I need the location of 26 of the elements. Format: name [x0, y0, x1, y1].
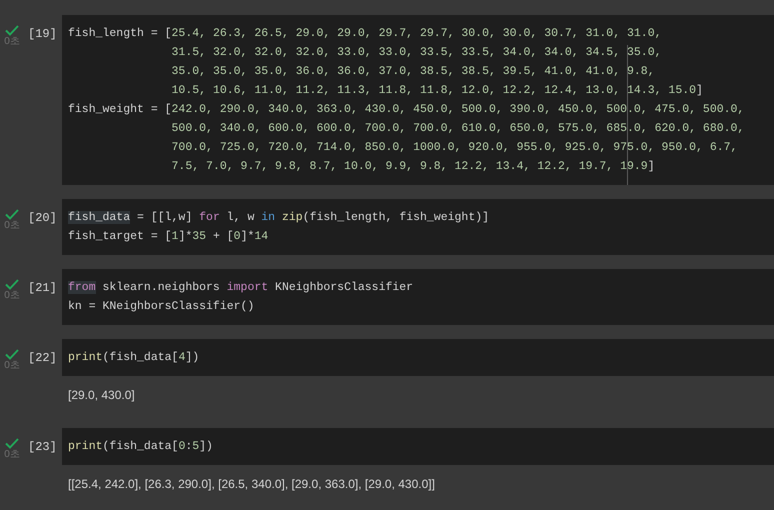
code-cell[interactable]: print(fish_data[0:5]) [62, 428, 774, 465]
code-line: fish_weight = [242.0, 290.0, 340.0, 363.0, 430.0, 450.0, 500.0, 390.0, 450.0, 500.0, 475.0, 500.0, [68, 102, 744, 118]
code-line: fish_target = [1]*35 + [0]*14 [68, 229, 268, 245]
code-cell[interactable]: from sklearn.neighbors import KNeighborsClassifier kn = KNeighborsClassifier() [62, 269, 774, 325]
code-line: print(fish_data[4]) [68, 350, 200, 366]
code-line: 500.0, 340.0, 600.0, 600.0, 700.0, 700.0, 610.0, 650.0, 575.0, 685.0, 620.0, 680.0, [170, 121, 744, 137]
code-line: from sklearn.neighbors import KNeighborsClassifier [68, 280, 414, 296]
code-line: fish_length = [25.4, 26.3, 26.5, 29.0, 29.0, 29.7, 29.7, 30.0, 30.0, 30.7, 31.0, 31.0, [68, 26, 662, 42]
code-line: 7.5, 7.0, 9.7, 9.8, 8.7, 10.0, 9.9, 9.8, 12.2, 13.4, 12.2, 19.7, 19.9] [170, 159, 655, 175]
code-line: fish_data = [[l,w] for l, w in zip(fish_length, fish_weight)] [68, 210, 490, 226]
code-line: 31.5, 32.0, 32.0, 32.0, 33.0, 33.0, 33.5, 33.5, 34.0, 34.0, 34.5, 35.0, [170, 45, 662, 61]
execution-count: [23] [27, 439, 57, 456]
code-line: 10.5, 10.6, 11.0, 11.2, 11.3, 11.8, 11.8, 12.0, 12.2, 12.4, 13.0, 14.3, 15.0] [170, 83, 703, 99]
execution-count: [19] [27, 26, 57, 43]
code-cell[interactable] [62, 15, 774, 185]
code-cell[interactable]: fish_data = [[l,w] for l, w in zip(fish_length, fish_weight)] fish_target = [1]*35 + [0]*14 [62, 199, 774, 255]
code-line: 35.0, 35.0, 35.0, 36.0, 36.0, 37.0, 38.5, 38.5, 39.5, 41.0, 41.0, 9.8, [170, 64, 655, 80]
code-line: kn = KNeighborsClassifier() [68, 299, 254, 315]
cell-output: [29.0, 430.0] [68, 387, 135, 404]
execution-count: [20] [27, 210, 57, 227]
execution-count: [21] [27, 280, 57, 297]
code-line: 700.0, 725.0, 720.0, 714.0, 850.0, 1000.0, 920.0, 955.0, 925.0, 975.0, 950.0, 6.7, [170, 140, 738, 156]
code-cell[interactable]: print(fish_data[4]) [62, 339, 774, 376]
cell-output: [[25.4, 242.0], [26.3, 290.0], [26.5, 340.0], [29.0, 363.0], [29.0, 430.0]] [68, 476, 435, 493]
execution-count: [22] [27, 350, 57, 367]
code-line: print(fish_data[0:5]) [68, 439, 213, 455]
